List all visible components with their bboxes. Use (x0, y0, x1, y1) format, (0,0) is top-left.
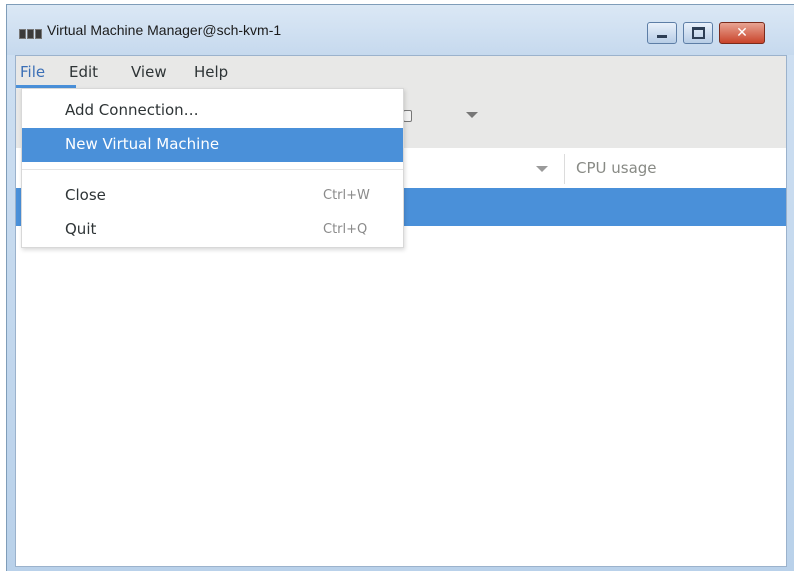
window-title: Virtual Machine Manager@sch-kvm-1 (47, 22, 282, 38)
vm-manager-app-icon (19, 27, 43, 39)
file-menu-dropdown: Add Connection… New Virtual Machine Clos… (21, 88, 404, 248)
maximize-icon (691, 27, 705, 39)
menu-item-quit[interactable]: Quit Ctrl+Q (22, 213, 403, 247)
menu-item-label: Add Connection… (65, 101, 199, 119)
menu-help[interactable]: Help (194, 63, 228, 81)
app-window: Virtual Machine Manager@sch-kvm-1 ✕ File… (6, 4, 794, 571)
menu-item-new-virtual-machine[interactable]: New Virtual Machine (22, 128, 403, 162)
menu-view[interactable]: View (131, 63, 167, 81)
sort-chevron-down-icon[interactable] (536, 166, 548, 172)
close-icon: ✕ (736, 25, 748, 41)
minimize-button[interactable] (647, 22, 677, 44)
column-header-cpu-usage[interactable]: CPU usage (576, 159, 657, 177)
chevron-down-icon[interactable] (466, 112, 478, 118)
menu-item-shortcut: Ctrl+Q (323, 222, 368, 237)
menu-separator (22, 169, 403, 170)
menu-bar: File Edit View Help (16, 56, 786, 91)
menu-item-label: Quit (65, 220, 97, 238)
menu-item-shortcut: Ctrl+W (323, 188, 370, 203)
menu-item-label: New Virtual Machine (65, 135, 220, 153)
menu-item-label: Close (65, 186, 106, 204)
vm-icon (403, 110, 412, 122)
menu-item-close[interactable]: Close Ctrl+W (22, 179, 403, 213)
menu-file[interactable]: File (20, 63, 45, 81)
maximize-button[interactable] (683, 22, 713, 44)
menu-item-add-connection[interactable]: Add Connection… (22, 94, 403, 128)
menu-edit[interactable]: Edit (69, 63, 98, 81)
minimize-icon (657, 34, 667, 38)
title-bar[interactable]: Virtual Machine Manager@sch-kvm-1 ✕ (7, 5, 794, 55)
close-window-button[interactable]: ✕ (719, 22, 765, 44)
column-separator[interactable] (564, 154, 565, 184)
